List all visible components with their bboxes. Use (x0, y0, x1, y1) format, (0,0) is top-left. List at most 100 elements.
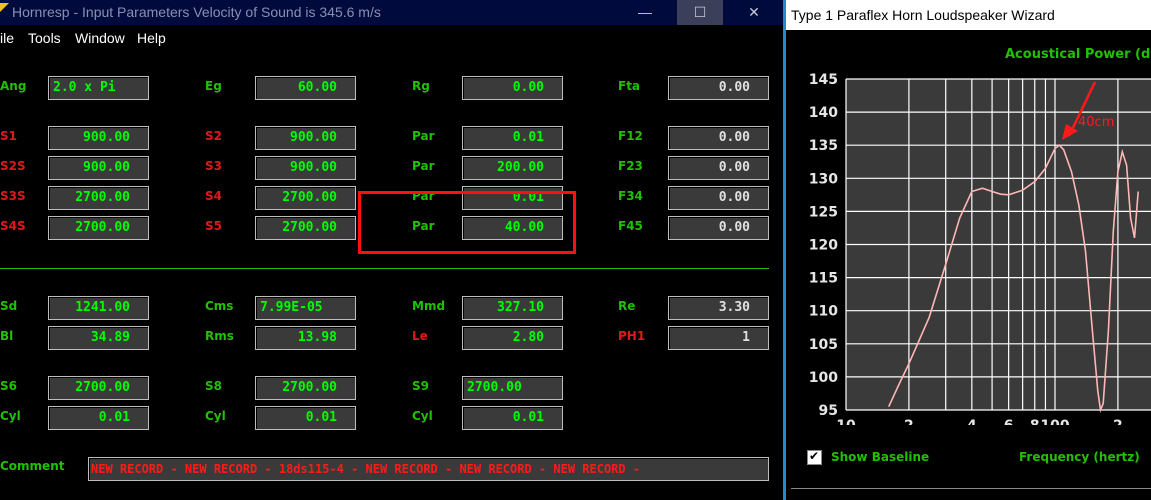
cyl-field-2[interactable]: 0.01 (255, 406, 356, 430)
mmd-field[interactable]: 327.10 (462, 296, 563, 320)
y-tick-label: 140 (809, 105, 838, 121)
s5-label: S5 (205, 219, 222, 233)
s3-field[interactable]: 900.00 (255, 156, 356, 180)
cms-field[interactable]: 7.99E-05 (255, 296, 356, 320)
s6-field[interactable]: 2700.00 (48, 376, 149, 400)
bl-label: Bl (0, 329, 14, 343)
ang-label: Ang (0, 79, 27, 93)
wizard-title-bar: Type 1 Paraflex Horn Loudspeaker Wizard (786, 0, 1151, 30)
s9-field[interactable]: 2700.00 (462, 376, 563, 400)
y-tick-label: 100 (809, 370, 838, 386)
y-tick-label: 105 (809, 337, 838, 353)
ph1-field[interactable]: 1 (668, 326, 769, 350)
rg-field[interactable]: 0.00 (462, 76, 563, 100)
y-tick-label: 145 (809, 72, 838, 88)
y-tick-label: 110 (809, 304, 838, 320)
le-field[interactable]: 2.80 (462, 326, 563, 350)
cyl-label-3: Cyl (412, 409, 433, 423)
f34-label: F34 (618, 189, 643, 203)
s6-label: S6 (0, 379, 17, 393)
rms-label: Rms (205, 329, 234, 343)
x-tick-label: 8 (1030, 418, 1040, 425)
mmd-label: Mmd (412, 299, 446, 313)
ang-field[interactable]: 2.0 x Pi (48, 76, 149, 100)
s3-label: S3 (205, 159, 222, 173)
x-tick-label: 6 (1004, 418, 1014, 425)
s4s-field[interactable]: 2700.00 (48, 216, 149, 240)
y-tick-label: 120 (809, 238, 838, 254)
par-field-1[interactable]: 0.01 (462, 126, 563, 150)
comment-field[interactable]: NEW RECORD - NEW RECORD - 18ds115-4 - NE… (88, 457, 769, 481)
sd-field[interactable]: 1241.00 (48, 296, 149, 320)
rms-field[interactable]: 13.98 (255, 326, 356, 350)
s1-field[interactable]: 900.00 (48, 126, 149, 150)
cyl-field-1[interactable]: 0.01 (48, 406, 149, 430)
show-baseline-label[interactable]: Show Baseline (831, 450, 929, 464)
y-tick-label: 125 (809, 204, 838, 220)
fta-label: Fta (618, 79, 641, 93)
s3s-field[interactable]: 2700.00 (48, 186, 149, 210)
maximize-button[interactable]: ☐ (677, 0, 723, 25)
show-baseline-checkbox[interactable]: ✔ (807, 449, 822, 465)
wizard-title: Type 1 Paraflex Horn Loudspeaker Wizard (791, 7, 1055, 23)
highlight-box (358, 191, 576, 254)
le-label: Le (412, 329, 428, 343)
section-divider (0, 268, 769, 269)
app-logo-icon (0, 3, 9, 12)
x-tick-label: 2 (1113, 418, 1123, 425)
f23-field[interactable]: 0.00 (668, 156, 769, 180)
sd-label: Sd (0, 299, 18, 313)
s2s-label: S2S (0, 159, 26, 173)
s9-label: S9 (412, 379, 429, 393)
s4-label: S4 (205, 189, 222, 203)
menu-file[interactable]: ile (0, 30, 14, 46)
s8-field[interactable]: 2700.00 (255, 376, 356, 400)
rg-label: Rg (412, 79, 430, 93)
eg-label: Eg (205, 79, 222, 93)
cms-label: Cms (205, 299, 234, 313)
par-label-2: Par (412, 159, 435, 173)
s2-label: S2 (205, 129, 222, 143)
f12-field[interactable]: 0.00 (668, 126, 769, 150)
f23-label: F23 (618, 159, 643, 173)
f45-label: F45 (618, 219, 643, 233)
y-tick-label: 130 (809, 171, 838, 187)
y-tick-label: 135 (809, 138, 838, 154)
s5-field[interactable]: 2700.00 (255, 216, 356, 240)
minimize-button[interactable]: — (622, 0, 668, 25)
comment-label: Comment (0, 459, 65, 473)
check-icon: ✔ (809, 449, 820, 463)
close-button[interactable]: ✕ (731, 0, 777, 25)
bl-field[interactable]: 34.89 (48, 326, 149, 350)
f12-label: F12 (618, 129, 643, 143)
wizard-divider (791, 488, 1151, 489)
f34-field[interactable]: 0.00 (668, 186, 769, 210)
s3s-label: S3S (0, 189, 26, 203)
menu-tools[interactable]: Tools (28, 30, 61, 46)
x-axis-label: Frequency (hertz) (1019, 450, 1140, 464)
s2s-field[interactable]: 900.00 (48, 156, 149, 180)
cyl-label-2: Cyl (205, 409, 226, 423)
re-field[interactable]: 3.30 (668, 296, 769, 320)
s8-label: S8 (205, 379, 222, 393)
eg-field[interactable]: 60.00 (255, 76, 356, 100)
x-tick-label: 10 (836, 418, 856, 425)
fta-field[interactable]: 0.00 (668, 76, 769, 100)
y-tick-label: 115 (809, 271, 838, 287)
cyl-field-3[interactable]: 0.01 (462, 406, 563, 430)
menu-help[interactable]: Help (137, 30, 166, 46)
menu-window[interactable]: Window (75, 30, 125, 46)
x-tick-label: 100 (1040, 418, 1069, 425)
s1-label: S1 (0, 129, 17, 143)
wizard-window: Type 1 Paraflex Horn Loudspeaker Wizard … (783, 0, 1151, 500)
acoustical-power-chart: 9510010511011512012513013514014510246810… (809, 72, 1151, 425)
s4s-label: S4S (0, 219, 26, 233)
par-field-2[interactable]: 200.00 (462, 156, 563, 180)
f45-field[interactable]: 0.00 (668, 216, 769, 240)
cyl-label-1: Cyl (0, 409, 21, 423)
s2-field[interactable]: 900.00 (255, 126, 356, 150)
re-label: Re (618, 299, 636, 313)
s4-field[interactable]: 2700.00 (255, 186, 356, 210)
window-title: Hornresp - Input Parameters Velocity of … (12, 4, 381, 20)
annotation-label: 40cm (1078, 115, 1114, 130)
